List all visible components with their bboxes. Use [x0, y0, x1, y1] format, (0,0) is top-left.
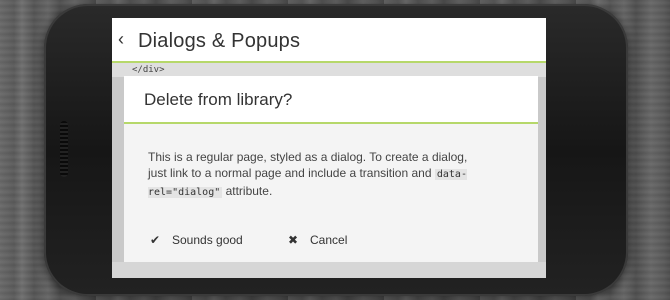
dialog-body-text: This is a regular page, styled as a dial… [148, 150, 468, 180]
dialog: Delete from library? This is a regular p… [124, 76, 538, 262]
speaker-grille [60, 121, 68, 177]
background-code-text: </div> [132, 65, 165, 75]
dialog-body: This is a regular page, styled as a dial… [148, 149, 488, 201]
cancel-label: Cancel [310, 233, 348, 247]
sounds-good-label: Sounds good [172, 233, 243, 247]
background-code-block [112, 63, 546, 77]
dialog-title: Delete from library? [144, 90, 293, 109]
app-header: ‹ Dialogs & Popups [112, 18, 546, 63]
chevron-left-icon[interactable]: ‹ [118, 30, 134, 48]
page-title: Dialogs & Popups [138, 30, 301, 52]
sounds-good-button[interactable]: ✔ Sounds good [148, 230, 243, 250]
close-icon: ✖ [287, 233, 299, 247]
page-footer-strip [112, 262, 546, 278]
phone-screen: ‹ Dialogs & Popups </div> Delete from li… [112, 18, 546, 278]
dialog-body-text-end: attribute. [222, 184, 273, 198]
dialog-header: Delete from library? [124, 76, 538, 124]
cancel-button[interactable]: ✖ Cancel [286, 230, 347, 250]
check-icon: ✔ [149, 233, 161, 247]
